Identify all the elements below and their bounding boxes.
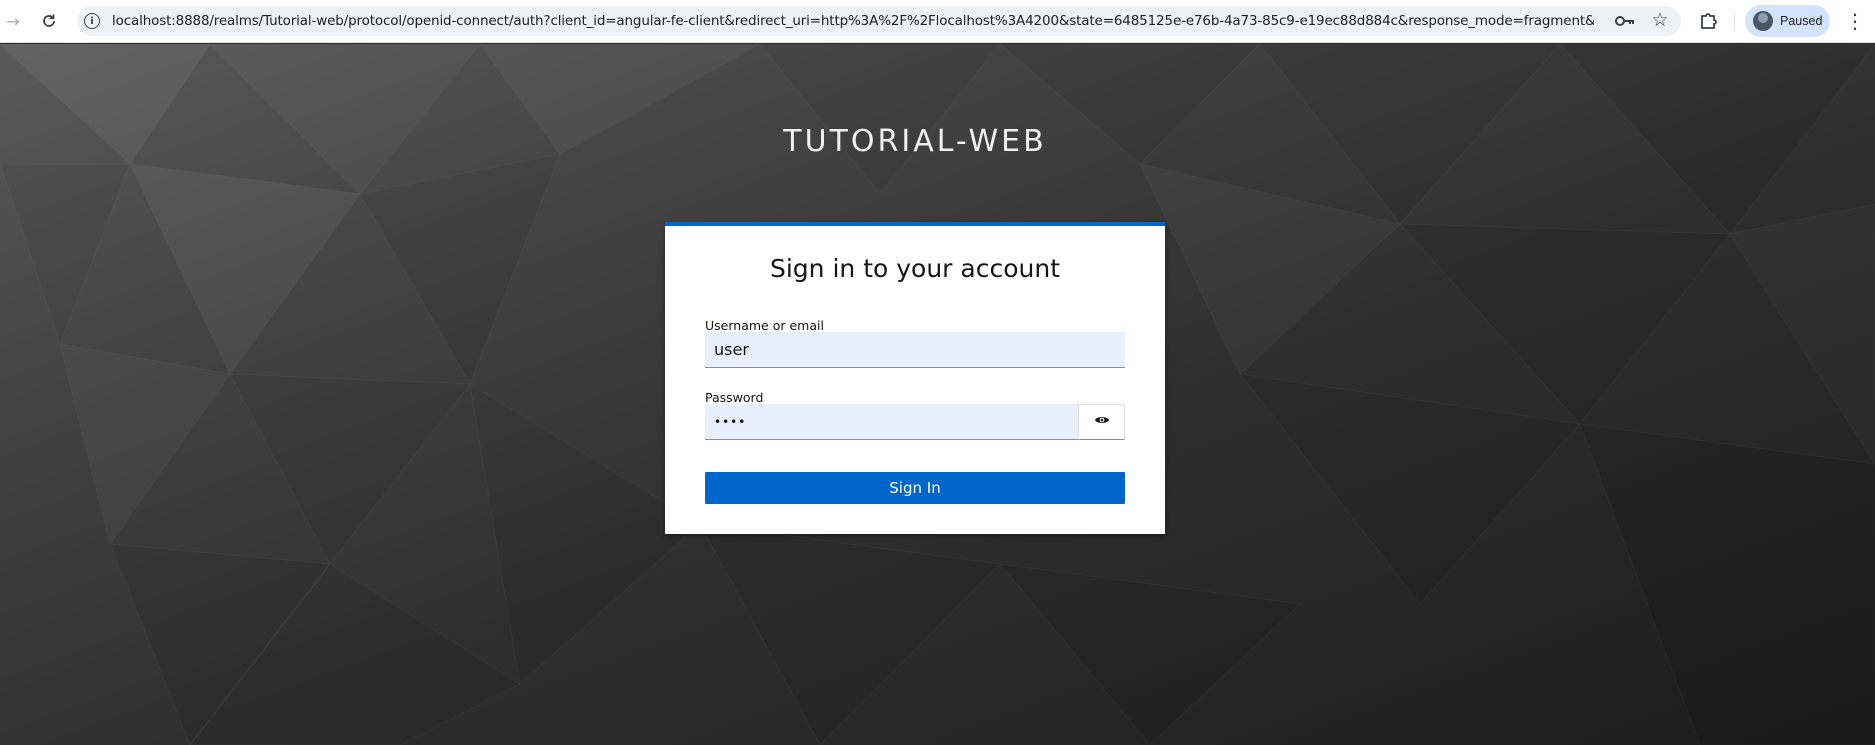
realm-title: TUTORIAL-WEB (783, 124, 1047, 159)
reload-icon[interactable] (36, 8, 62, 34)
kebab-menu-icon[interactable]: ⋮ (1845, 9, 1865, 33)
username-input[interactable]: user (705, 332, 1125, 368)
browser-toolbar: → i localhost:8888/realms/Tutorial-web/p… (0, 0, 1875, 43)
puzzle-icon[interactable] (1697, 9, 1721, 33)
password-label: Password (705, 390, 764, 405)
key-icon[interactable] (1614, 11, 1636, 31)
address-bar[interactable]: i localhost:8888/realms/Tutorial-web/pro… (77, 6, 1681, 36)
eye-icon (1094, 413, 1110, 431)
show-password-button[interactable] (1078, 404, 1125, 440)
profile-button[interactable]: Paused (1745, 5, 1830, 37)
avatar (1753, 11, 1773, 31)
profile-status: Paused (1780, 14, 1823, 28)
sign-in-button[interactable]: Sign In (705, 472, 1125, 504)
login-page: TUTORIAL-WEB Sign in to your account Use… (0, 44, 1875, 745)
forward-arrow-icon[interactable]: → (0, 8, 26, 34)
star-icon[interactable]: ☆ (1649, 9, 1671, 31)
password-input[interactable]: •••• (705, 404, 1078, 440)
url-text[interactable]: localhost:8888/realms/Tutorial-web/proto… (112, 6, 1594, 36)
login-card: Sign in to your account Username or emai… (665, 222, 1165, 534)
card-title: Sign in to your account (769, 254, 1060, 283)
info-icon[interactable]: i (84, 13, 100, 29)
toolbar-divider (1734, 13, 1735, 31)
username-label: Username or email (705, 318, 824, 333)
